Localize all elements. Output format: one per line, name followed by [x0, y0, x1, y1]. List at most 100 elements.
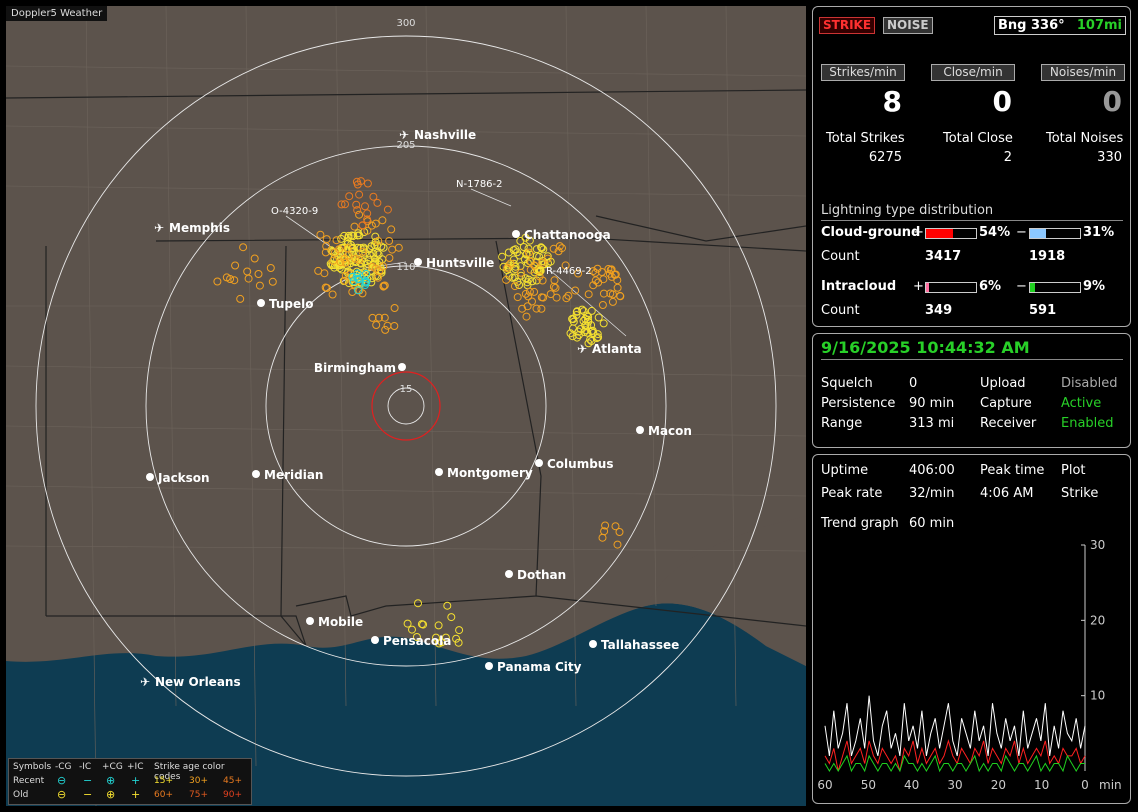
city-label: Huntsville	[426, 256, 494, 270]
city-label: Macon	[648, 424, 692, 438]
city-marker: Birmingham	[314, 361, 406, 375]
peak-rate-label: Peak rate	[821, 486, 883, 501]
legend-pos-cg: +CG	[102, 762, 123, 772]
city-dot-icon	[257, 299, 265, 307]
trend-panel: Uptime 406:00 Peak time Plot Peak rate 3…	[812, 454, 1131, 804]
city-dot-icon	[146, 473, 154, 481]
age-75: 75+	[189, 790, 208, 800]
ring-label-300: 300	[396, 18, 415, 29]
plot-value[interactable]: Strike	[1061, 486, 1098, 501]
trend-series-2	[824, 754, 1085, 773]
uptime-label: Uptime	[821, 463, 869, 478]
noises-per-min: 0	[1102, 85, 1122, 118]
city-label: Montgomery	[447, 466, 533, 480]
city-dot-icon	[252, 470, 260, 478]
neg-cg-old-icon: ⊖	[57, 788, 67, 801]
pos-ic-old-icon: +	[131, 788, 141, 801]
city-dot-icon	[414, 258, 422, 266]
city-label: New Orleans	[155, 675, 241, 689]
city-label: Panama City	[497, 660, 582, 674]
cg-minus-sign: −	[1016, 225, 1027, 240]
legend-recent-label: Recent	[13, 776, 45, 786]
ic-negative-pct: 9%	[1083, 279, 1106, 294]
trend-graph-label: Trend graph	[821, 516, 899, 531]
app-tag: Doppler5 Weather	[6, 6, 108, 21]
city-label: Atlanta	[592, 342, 642, 356]
cg-count-label: Count	[821, 249, 860, 264]
close-per-min-button[interactable]: Close/min	[931, 64, 1015, 81]
ic-count-label: Count	[821, 303, 860, 318]
ic-positive-pct: 6%	[979, 279, 1002, 294]
airport-icon: ✈	[140, 675, 150, 689]
city-label: Birmingham	[314, 361, 396, 375]
total-strikes: 6275	[868, 150, 902, 165]
cloud-ground-label: Cloud-ground	[821, 225, 921, 240]
city-marker: Panama City	[485, 660, 582, 674]
city-label: Pensacola	[383, 634, 451, 648]
noise-indicator: NOISE	[883, 17, 933, 34]
ic-positive-bar	[925, 282, 977, 293]
noises-per-min-button[interactable]: Noises/min	[1041, 64, 1125, 81]
ring-label-110: 110	[396, 262, 415, 273]
legend-old-label: Old	[13, 790, 29, 800]
pos-cg-recent-icon: ⊕	[106, 774, 116, 787]
close-per-min: 0	[992, 85, 1012, 118]
x-tick-label: 0	[1081, 778, 1089, 792]
cg-positive-bar	[925, 228, 977, 239]
city-marker: Chattanooga	[512, 228, 611, 242]
distribution-title: Lightning type distribution	[821, 203, 994, 218]
persistence-label: Persistence	[821, 396, 896, 411]
cg-negative-pct: 31%	[1083, 225, 1115, 240]
strike-indicator: STRIKE	[819, 17, 876, 34]
intracloud-label: Intracloud	[821, 279, 897, 294]
airport-icon: ✈	[154, 221, 164, 235]
city-label: Columbus	[547, 457, 614, 471]
y-tick-label: 20	[1090, 613, 1105, 627]
persistence-value: 90 min	[909, 396, 955, 411]
range-value: 313 mi	[909, 416, 955, 431]
city-label: Tallahassee	[601, 638, 679, 652]
symbol-legend: Symbols -CG -IC +CG +IC Strike age color…	[8, 758, 252, 805]
strikes-per-min: 8	[882, 85, 902, 118]
receiver-label: Receiver	[980, 416, 1037, 431]
range-label: Range	[821, 416, 863, 431]
cg-positive-pct: 54%	[979, 225, 1011, 240]
age-15: 15+	[154, 776, 173, 786]
city-dot-icon	[435, 468, 443, 476]
capture-value: Active	[1061, 396, 1102, 411]
plot-label: Plot	[1061, 463, 1086, 478]
strikes-per-min-button[interactable]: Strikes/min	[821, 64, 905, 81]
airport-icon: ✈	[399, 128, 409, 142]
divider	[821, 359, 1123, 360]
upload-label: Upload	[980, 376, 1026, 391]
x-tick-label: 30	[947, 778, 962, 792]
storm-label: O-4320-9	[271, 206, 318, 217]
capture-label: Capture	[980, 396, 1032, 411]
ic-plus-sign: +	[913, 279, 924, 294]
age-90: 90+	[223, 790, 242, 800]
city-label: Meridian	[264, 468, 323, 482]
ic-negative-count: 591	[1029, 303, 1057, 318]
lightning-map[interactable]: 300 205 110 15 ✈ Nashville ✈ Memphis Chattan…	[6, 6, 806, 806]
city-marker: Montgomery	[435, 466, 533, 480]
ic-minus-sign: −	[1016, 279, 1027, 294]
city-label: Mobile	[318, 615, 363, 629]
age-45: 45+	[223, 776, 242, 786]
squelch-value: 0	[909, 376, 918, 391]
city-marker: Tallahassee	[589, 638, 679, 652]
city-dot-icon	[535, 459, 543, 467]
total-close: 2	[1003, 150, 1012, 165]
x-tick-label: 40	[904, 778, 919, 792]
receiver-value: Enabled	[1061, 416, 1114, 431]
city-label: Jackson	[157, 471, 210, 485]
city-marker: Huntsville	[414, 256, 494, 270]
storm-label: N-1786-2	[456, 179, 503, 190]
city-label: Nashville	[414, 128, 476, 142]
datetime: 9/16/2025 10:44:32 AM	[821, 338, 1030, 357]
peak-rate-value: 32/min	[909, 486, 955, 501]
city-marker: Columbus	[535, 457, 614, 471]
y-tick-label: 30	[1090, 538, 1105, 552]
city-label: Dothan	[517, 568, 566, 582]
pos-ic-recent-icon: +	[131, 774, 141, 787]
neg-ic-recent-icon: −	[83, 774, 93, 787]
